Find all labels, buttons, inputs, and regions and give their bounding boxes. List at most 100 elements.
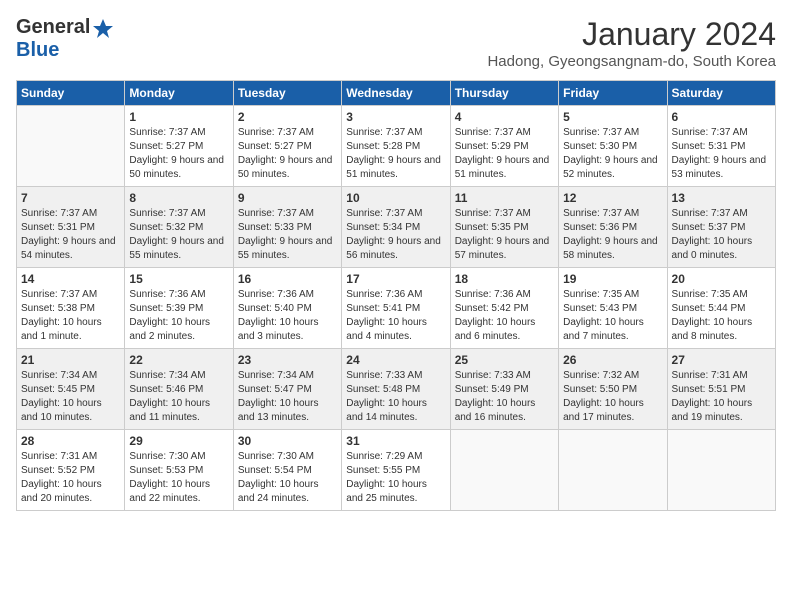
cell-details: Sunrise: 7:35 AMSunset: 5:44 PMDaylight:… <box>672 288 771 344</box>
calendar-cell: 21 Sunrise: 7:34 AMSunset: 5:45 PMDayligh… <box>17 349 125 430</box>
calendar-cell: 9 Sunrise: 7:37 AMSunset: 5:33 PMDaylight… <box>233 187 341 268</box>
calendar-cell: 16 Sunrise: 7:36 AMSunset: 5:40 PMDayligh… <box>233 268 341 349</box>
logo-general-text: General <box>16 16 90 39</box>
cell-details: Sunrise: 7:37 AMSunset: 5:29 PMDaylight:… <box>455 126 554 182</box>
day-header-wednesday: Wednesday <box>342 81 450 106</box>
page-header: General Blue January 2024 Hadong, Gyeong… <box>16 16 776 70</box>
calendar-cell: 31Sunrise: 7:29 AMSunset: 5:55 PMDayligh… <box>342 430 450 511</box>
calendar-week-row: 28Sunrise: 7:31 AMSunset: 5:52 PMDayligh… <box>17 430 776 511</box>
day-number: 12 <box>563 191 662 205</box>
calendar-cell: 13Sunrise: 7:37 AMSunset: 5:37 PMDayligh… <box>667 187 775 268</box>
day-number: 31 <box>346 434 445 448</box>
cell-details: Sunrise: 7:37 AMSunset: 5:36 PMDaylight:… <box>563 207 662 263</box>
location-text: Hadong, Gyeongsangnam-do, South Korea <box>487 53 776 70</box>
month-title: January 2024 <box>487 16 776 53</box>
cell-details: Sunrise: 7:30 AMSunset: 5:53 PMDaylight:… <box>129 450 228 506</box>
calendar-week-row: 21 Sunrise: 7:34 AMSunset: 5:45 PMDayligh… <box>17 349 776 430</box>
cell-details: Sunrise: 7:37 AMSunset: 5:28 PMDaylight:… <box>346 126 445 182</box>
calendar-cell: 1 Sunrise: 7:37 AMSunset: 5:27 PMDaylight… <box>125 106 233 187</box>
day-number: 10 <box>346 191 445 205</box>
day-number: 2 <box>238 110 337 124</box>
cell-details: Sunrise: 7:37 AMSunset: 5:27 PMDaylight:… <box>238 126 337 182</box>
logo: General Blue <box>16 16 114 62</box>
day-header-thursday: Thursday <box>450 81 558 106</box>
calendar-cell: 14Sunrise: 7:37 AMSunset: 5:38 PMDayligh… <box>17 268 125 349</box>
day-number: 8 <box>129 191 228 205</box>
cell-details: Sunrise: 7:34 AMSunset: 5:45 PMDaylight:… <box>21 369 120 425</box>
logo-blue-text: Blue <box>16 39 59 61</box>
day-number: 30 <box>238 434 337 448</box>
calendar-cell: 10 Sunrise: 7:37 AMSunset: 5:34 PMDayligh… <box>342 187 450 268</box>
day-number: 23 <box>238 353 337 367</box>
day-header-sunday: Sunday <box>17 81 125 106</box>
calendar-cell: 18 Sunrise: 7:36 AMSunset: 5:42 PMDayligh… <box>450 268 558 349</box>
day-number: 4 <box>455 110 554 124</box>
cell-details: Sunrise: 7:37 AMSunset: 5:38 PMDaylight:… <box>21 288 120 344</box>
cell-details: Sunrise: 7:37 AMSunset: 5:27 PMDaylight:… <box>129 126 228 182</box>
day-number: 1 <box>129 110 228 124</box>
cell-details: Sunrise: 7:36 AMSunset: 5:39 PMDaylight:… <box>129 288 228 344</box>
cell-details: Sunrise: 7:34 AMSunset: 5:46 PMDaylight:… <box>129 369 228 425</box>
calendar-header-row: SundayMondayTuesdayWednesdayThursdayFrid… <box>17 81 776 106</box>
calendar-cell: 24 Sunrise: 7:33 AMSunset: 5:48 PMDayligh… <box>342 349 450 430</box>
calendar-cell: 29Sunrise: 7:30 AMSunset: 5:53 PMDayligh… <box>125 430 233 511</box>
day-number: 26 <box>563 353 662 367</box>
day-number: 15 <box>129 272 228 286</box>
day-number: 18 <box>455 272 554 286</box>
day-header-saturday: Saturday <box>667 81 775 106</box>
cell-details: Sunrise: 7:36 AMSunset: 5:42 PMDaylight:… <box>455 288 554 344</box>
calendar-cell: 6 Sunrise: 7:37 AMSunset: 5:31 PMDaylight… <box>667 106 775 187</box>
calendar-cell: 27Sunrise: 7:31 AMSunset: 5:51 PMDayligh… <box>667 349 775 430</box>
calendar-cell: 28Sunrise: 7:31 AMSunset: 5:52 PMDayligh… <box>17 430 125 511</box>
calendar-cell <box>559 430 667 511</box>
logo-flag-icon <box>92 18 114 38</box>
calendar-cell: 12 Sunrise: 7:37 AMSunset: 5:36 PMDayligh… <box>559 187 667 268</box>
calendar-table: SundayMondayTuesdayWednesdayThursdayFrid… <box>16 80 776 511</box>
cell-details: Sunrise: 7:37 AMSunset: 5:31 PMDaylight:… <box>21 207 120 263</box>
calendar-cell: 7 Sunrise: 7:37 AMSunset: 5:31 PMDaylight… <box>17 187 125 268</box>
day-number: 22 <box>129 353 228 367</box>
day-header-monday: Monday <box>125 81 233 106</box>
day-number: 16 <box>238 272 337 286</box>
cell-details: Sunrise: 7:32 AMSunset: 5:50 PMDaylight:… <box>563 369 662 425</box>
calendar-week-row: 14Sunrise: 7:37 AMSunset: 5:38 PMDayligh… <box>17 268 776 349</box>
cell-details: Sunrise: 7:37 AMSunset: 5:32 PMDaylight:… <box>129 207 228 263</box>
calendar-cell: 26 Sunrise: 7:32 AMSunset: 5:50 PMDayligh… <box>559 349 667 430</box>
day-number: 20 <box>672 272 771 286</box>
calendar-cell <box>450 430 558 511</box>
calendar-cell: 20 Sunrise: 7:35 AMSunset: 5:44 PMDayligh… <box>667 268 775 349</box>
calendar-cell: 11 Sunrise: 7:37 AMSunset: 5:35 PMDayligh… <box>450 187 558 268</box>
day-number: 11 <box>455 191 554 205</box>
day-number: 25 <box>455 353 554 367</box>
day-number: 13 <box>672 191 771 205</box>
day-header-tuesday: Tuesday <box>233 81 341 106</box>
cell-details: Sunrise: 7:37 AMSunset: 5:31 PMDaylight:… <box>672 126 771 182</box>
day-number: 27 <box>672 353 771 367</box>
calendar-week-row: 1 Sunrise: 7:37 AMSunset: 5:27 PMDaylight… <box>17 106 776 187</box>
day-number: 5 <box>563 110 662 124</box>
cell-details: Sunrise: 7:34 AMSunset: 5:47 PMDaylight:… <box>238 369 337 425</box>
cell-details: Sunrise: 7:37 AMSunset: 5:33 PMDaylight:… <box>238 207 337 263</box>
calendar-cell: 22 Sunrise: 7:34 AMSunset: 5:46 PMDayligh… <box>125 349 233 430</box>
calendar-cell: 3 Sunrise: 7:37 AMSunset: 5:28 PMDaylight… <box>342 106 450 187</box>
calendar-cell: 2 Sunrise: 7:37 AMSunset: 5:27 PMDaylight… <box>233 106 341 187</box>
cell-details: Sunrise: 7:33 AMSunset: 5:48 PMDaylight:… <box>346 369 445 425</box>
day-number: 6 <box>672 110 771 124</box>
cell-details: Sunrise: 7:37 AMSunset: 5:35 PMDaylight:… <box>455 207 554 263</box>
day-number: 24 <box>346 353 445 367</box>
cell-details: Sunrise: 7:37 AMSunset: 5:30 PMDaylight:… <box>563 126 662 182</box>
calendar-week-row: 7 Sunrise: 7:37 AMSunset: 5:31 PMDaylight… <box>17 187 776 268</box>
cell-details: Sunrise: 7:36 AMSunset: 5:40 PMDaylight:… <box>238 288 337 344</box>
calendar-cell: 5 Sunrise: 7:37 AMSunset: 5:30 PMDaylight… <box>559 106 667 187</box>
cell-details: Sunrise: 7:31 AMSunset: 5:52 PMDaylight:… <box>21 450 120 506</box>
calendar-cell: 4 Sunrise: 7:37 AMSunset: 5:29 PMDaylight… <box>450 106 558 187</box>
cell-details: Sunrise: 7:37 AMSunset: 5:34 PMDaylight:… <box>346 207 445 263</box>
day-number: 7 <box>21 191 120 205</box>
day-number: 3 <box>346 110 445 124</box>
day-number: 21 <box>21 353 120 367</box>
cell-details: Sunrise: 7:33 AMSunset: 5:49 PMDaylight:… <box>455 369 554 425</box>
day-number: 19 <box>563 272 662 286</box>
calendar-cell <box>667 430 775 511</box>
day-number: 9 <box>238 191 337 205</box>
day-header-friday: Friday <box>559 81 667 106</box>
